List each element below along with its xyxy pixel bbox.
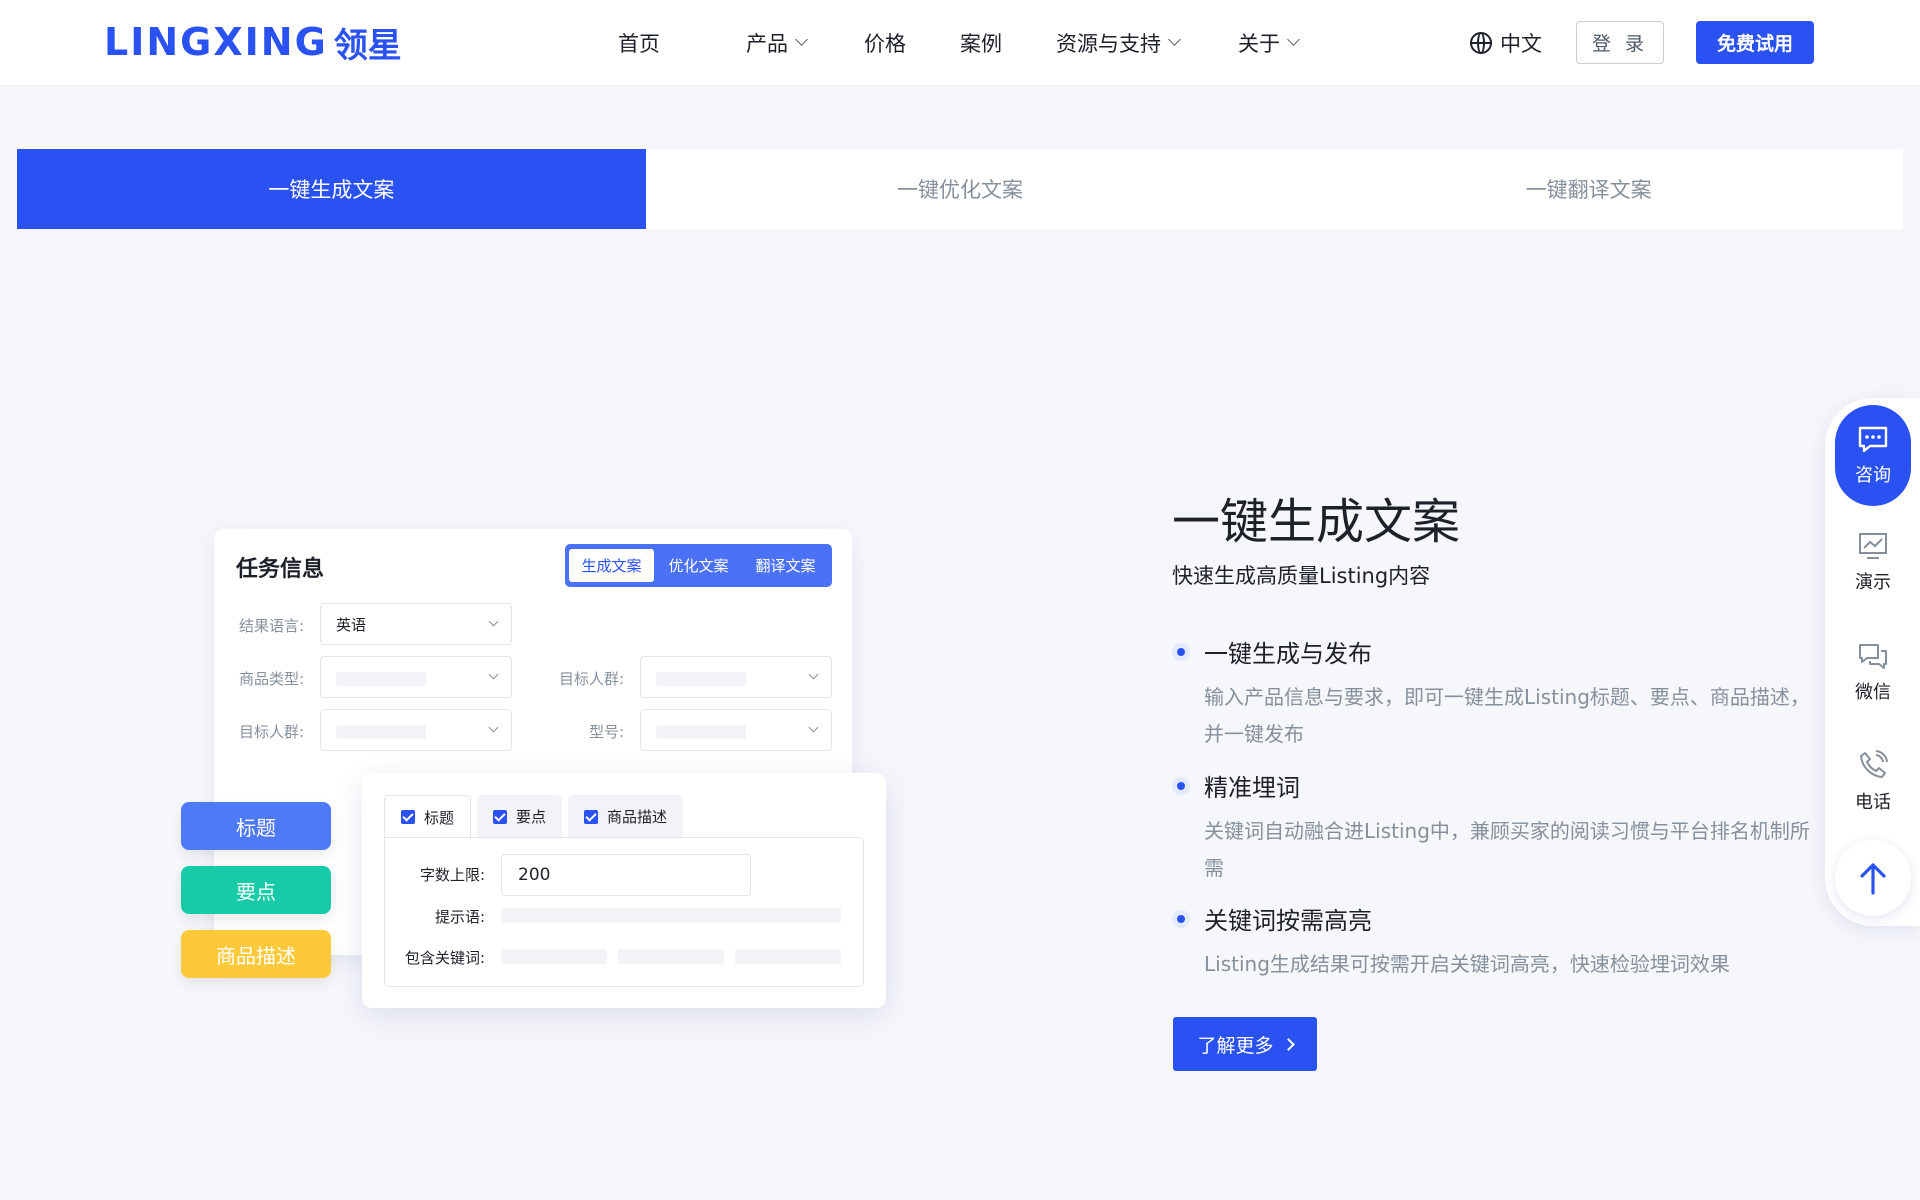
option-description: 商品描述 bbox=[568, 795, 684, 838]
feature-title: 关键词按需高亮 bbox=[1204, 907, 1372, 935]
tab-translate[interactable]: 一键翻译文案 bbox=[1274, 149, 1903, 229]
section-subheading: 快速生成高质量Listing内容 bbox=[1172, 564, 1431, 588]
demo-button[interactable]: 演示 bbox=[1835, 532, 1911, 594]
arrow-up-icon bbox=[1860, 863, 1886, 895]
pill-title: 标题 bbox=[181, 802, 331, 850]
keyword-placeholder bbox=[618, 949, 724, 964]
feature-desc: 输入产品信息与要求，即可一键生成Listing标题、要点、商品描述，并一键发布 bbox=[1204, 685, 1810, 746]
seg-translate: 翻译文案 bbox=[755, 557, 816, 575]
field-label: 商品类型: bbox=[238, 670, 304, 688]
bullet-dot-icon bbox=[1172, 776, 1190, 795]
phone-icon bbox=[1860, 750, 1888, 778]
menu-cases[interactable]: 案例 bbox=[960, 28, 1056, 58]
menu-products[interactable]: 产品 bbox=[746, 28, 864, 58]
seg-generate: 生成文案 bbox=[569, 549, 654, 582]
content-options-card: 标题 要点 商品描述 字数上限: 200 提示语: 包含关键词: bbox=[362, 773, 886, 1008]
chevron-down-icon bbox=[488, 616, 499, 627]
consult-button[interactable]: 咨询 bbox=[1835, 405, 1911, 506]
chevron-down-icon bbox=[795, 33, 808, 46]
section-heading: 一键生成文案 bbox=[1172, 494, 1461, 550]
globe-icon bbox=[1470, 32, 1492, 54]
learn-more-button[interactable]: 了解更多 bbox=[1173, 1017, 1317, 1071]
chat-icon bbox=[1858, 426, 1888, 452]
limit-input: 200 bbox=[501, 854, 751, 896]
wechat-button[interactable]: 微信 bbox=[1835, 642, 1911, 704]
feature-desc: Listing生成结果可按需开启关键词高亮，快速检验埋词效果 bbox=[1204, 952, 1730, 976]
chevron-down-icon bbox=[808, 722, 819, 733]
menu-about[interactable]: 关于 bbox=[1238, 28, 1318, 58]
menu-pricing[interactable]: 价格 bbox=[864, 28, 960, 58]
chevron-down-icon bbox=[1287, 33, 1300, 46]
field-label: 目标人群: bbox=[238, 723, 304, 741]
language-select: 英语 bbox=[320, 603, 512, 645]
limit-label: 字数上限: bbox=[419, 866, 485, 884]
audience-select-2 bbox=[320, 709, 512, 751]
seg-optimize: 优化文案 bbox=[668, 557, 729, 575]
keyword-label: 包含关键词: bbox=[404, 949, 485, 967]
content-options-body: 字数上限: 200 提示语: 包含关键词: bbox=[384, 837, 864, 987]
option-bullets: 要点 bbox=[477, 795, 563, 838]
checkbox-checked-icon bbox=[584, 809, 599, 824]
pill-description: 商品描述 bbox=[181, 930, 331, 978]
field-label: 型号: bbox=[588, 723, 624, 741]
model-select bbox=[640, 709, 832, 751]
field-label: 结果语言: bbox=[238, 617, 304, 635]
chevron-down-icon bbox=[808, 669, 819, 680]
feature-title: 精准埋词 bbox=[1204, 774, 1300, 802]
chevron-down-icon bbox=[488, 669, 499, 680]
feature-title: 一键生成与发布 bbox=[1204, 640, 1372, 668]
feature-item: 关键词按需高亮 Listing生成结果可按需开启关键词高亮，快速检验埋词效果 bbox=[1172, 901, 1812, 983]
option-title: 标题 bbox=[384, 795, 472, 838]
mode-segment: 生成文案 优化文案 翻译文案 bbox=[565, 544, 832, 587]
logo[interactable]: LINGXING 领星 bbox=[104, 20, 402, 66]
top-nav: LINGXING 领星 首页 产品 价格 案例 资源与支持 关于 中文 登 录 … bbox=[0, 0, 1920, 85]
free-trial-button[interactable]: 免费试用 bbox=[1696, 21, 1814, 64]
logo-text-cn: 领星 bbox=[333, 25, 402, 66]
keyword-placeholder bbox=[735, 949, 841, 964]
menu-resources[interactable]: 资源与支持 bbox=[1056, 28, 1238, 58]
pill-bullets: 要点 bbox=[181, 866, 331, 914]
menu-home[interactable]: 首页 bbox=[618, 28, 746, 58]
field-label: 目标人群: bbox=[558, 670, 624, 688]
bullet-dot-icon bbox=[1172, 909, 1190, 928]
checkbox-checked-icon bbox=[401, 810, 415, 824]
login-button[interactable]: 登 录 bbox=[1576, 21, 1664, 64]
main-menu: 首页 产品 价格 案例 资源与支持 关于 bbox=[618, 0, 1318, 85]
content-option-tabs: 标题 要点 商品描述 bbox=[384, 795, 684, 838]
product-type-select bbox=[320, 656, 512, 698]
task-info-title: 任务信息 bbox=[236, 557, 325, 582]
feature-item: 一键生成与发布 输入产品信息与要求，即可一键生成Listing标题、要点、商品描… bbox=[1172, 634, 1812, 753]
chevron-down-icon bbox=[488, 722, 499, 733]
keyword-placeholder bbox=[501, 949, 607, 964]
feature-item: 精准埋词 关键词自动融合进Listing中，兼顾买家的阅读习惯与平台排名机制所需 bbox=[1172, 768, 1812, 887]
floating-contact-bar: 咨询 演示 微信 电话 bbox=[1825, 398, 1920, 926]
language-switch[interactable]: 中文 bbox=[1470, 26, 1542, 60]
back-to-top-button[interactable] bbox=[1835, 840, 1911, 916]
bullet-dot-icon bbox=[1172, 642, 1190, 661]
chevron-down-icon bbox=[1168, 33, 1181, 46]
phone-button[interactable]: 电话 bbox=[1835, 750, 1911, 814]
checkbox-checked-icon bbox=[493, 809, 508, 824]
feature-tabs: 一键生成文案 一键优化文案 一键翻译文案 bbox=[17, 149, 1903, 229]
hint-label: 提示语: bbox=[434, 908, 485, 926]
logo-text-en: LINGXING bbox=[104, 20, 328, 64]
hint-placeholder bbox=[501, 908, 841, 923]
chevron-right-icon bbox=[1281, 1037, 1295, 1051]
feature-desc: 关键词自动融合进Listing中，兼顾买家的阅读习惯与平台排名机制所需 bbox=[1204, 819, 1810, 880]
audience-select bbox=[640, 656, 832, 698]
tab-generate[interactable]: 一键生成文案 bbox=[17, 149, 646, 229]
tab-optimize[interactable]: 一键优化文案 bbox=[646, 149, 1275, 229]
chart-line-icon bbox=[1859, 533, 1887, 559]
wechat-icon bbox=[1859, 644, 1887, 669]
